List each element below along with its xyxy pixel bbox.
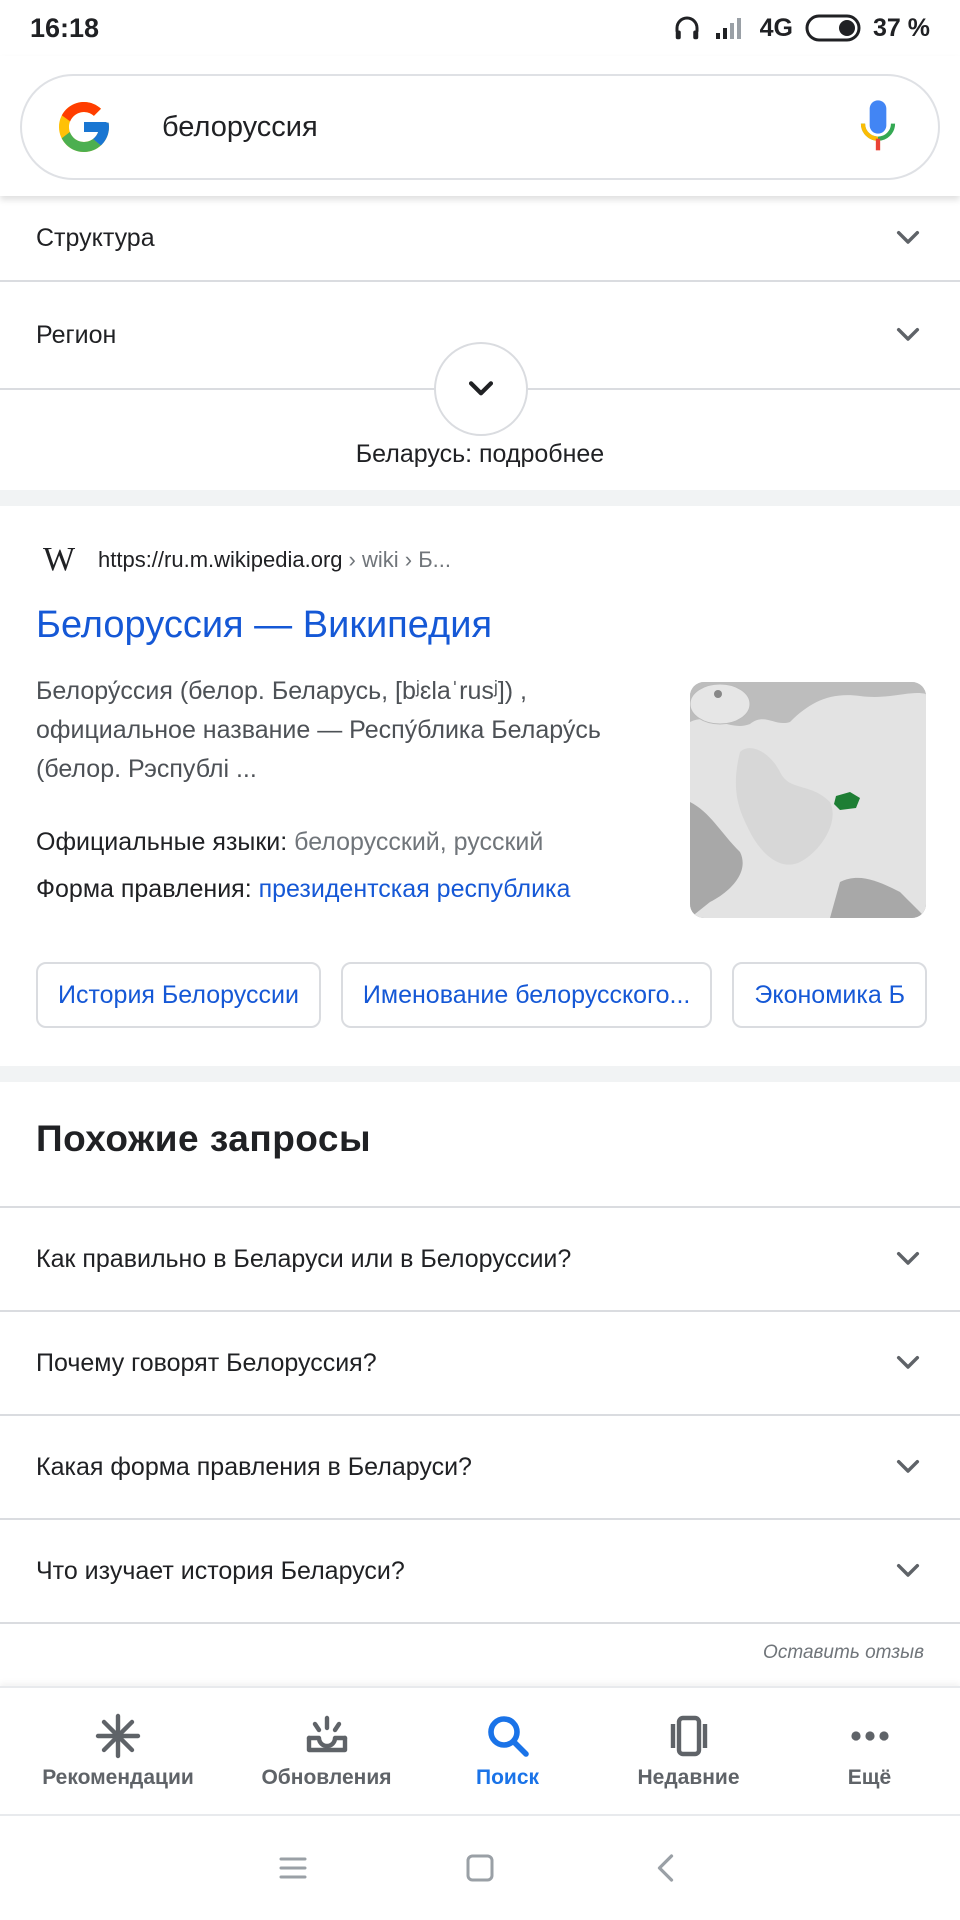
search-input[interactable]: белоруссия — [162, 111, 858, 144]
accordion-structure[interactable]: Структура — [0, 196, 960, 282]
fact-government: Форма правления: президентская республик… — [36, 875, 570, 904]
related-item[interactable]: Какая форма правления в Беларуси? — [0, 1416, 960, 1520]
fact-value: белорусский, русский — [294, 828, 544, 856]
nav-updates[interactable]: Обновления — [236, 1688, 417, 1814]
bottom-nav: Рекомендации Обновления Поиск Недавние Е… — [0, 1686, 960, 1814]
related-item[interactable]: Почему говорят Белоруссия? — [0, 1312, 960, 1416]
nav-label: Обновления — [261, 1766, 392, 1789]
chip-history[interactable]: История Белоруссии — [36, 962, 321, 1028]
chevron-down-icon — [896, 230, 920, 244]
chip-naming[interactable]: Именование белорусского... — [340, 962, 713, 1028]
battery-level: 37 % — [873, 13, 930, 42]
chevron-down-icon — [896, 1251, 920, 1265]
feedback-link[interactable]: Оставить отзыв — [763, 1642, 924, 1664]
battery-toggle-icon — [805, 14, 861, 42]
fact-languages: Официальные языки: белорусский, русский — [36, 828, 543, 857]
asterisk-icon — [95, 1713, 141, 1759]
map-thumbnail[interactable] — [690, 682, 926, 918]
europe-map-image — [690, 682, 926, 918]
search-header: белоруссия — [0, 56, 960, 196]
result-url-path: › wiki › Б... — [348, 547, 451, 572]
google-logo-icon[interactable] — [54, 97, 114, 157]
fact-label: Форма правления: — [36, 875, 259, 903]
chevron-down-icon — [896, 1355, 920, 1369]
nav-label: Ещё — [847, 1766, 892, 1789]
wikipedia-logo-icon: W — [42, 541, 75, 578]
section-divider — [0, 490, 960, 506]
nav-label: Недавние — [637, 1766, 740, 1789]
accordion-label: Регион — [36, 320, 117, 349]
status-time: 16:18 — [30, 12, 100, 43]
chevron-down-icon — [468, 381, 494, 396]
result-title-link[interactable]: Белоруссия — Википедия — [36, 604, 492, 647]
fact-link[interactable]: президентская республика — [259, 875, 571, 903]
more-about-label[interactable]: Беларусь: подробнее — [0, 440, 960, 469]
related-chips: История Белоруссии Именование белорусско… — [36, 962, 928, 1028]
back-icon[interactable] — [649, 1850, 685, 1886]
system-nav-bar — [0, 1814, 960, 1920]
fact-label: Официальные языки: — [36, 828, 295, 856]
more-dots-icon — [850, 1731, 889, 1741]
headphones-icon — [675, 16, 699, 40]
mic-icon[interactable] — [858, 97, 898, 157]
nav-label: Поиск — [475, 1766, 540, 1789]
related-item-label: Какая форма правления в Беларуси? — [36, 1452, 472, 1481]
accordion-label: Структура — [36, 223, 155, 252]
related-item-label: Как правильно в Беларуси или в Белорусси… — [36, 1244, 572, 1273]
nav-more[interactable]: Ещё — [779, 1688, 960, 1814]
section-divider — [0, 1066, 960, 1082]
nav-recommendations[interactable]: Рекомендации — [0, 1688, 236, 1814]
related-item-label: Почему говорят Белоруссия? — [36, 1348, 377, 1377]
chevron-down-icon — [896, 1459, 920, 1473]
result-source[interactable]: W https://ru.m.wikipedia.org › wiki › Б.… — [36, 540, 451, 580]
status-icons: 4G 37 % — [672, 13, 930, 43]
related-item[interactable]: Как правильно в Беларуси или в Белорусси… — [0, 1208, 960, 1312]
related-item-label: Что изучает история Беларуси? — [36, 1556, 405, 1585]
result-snippet: Белору́ссия (белор. Беларусь, [bʲɛlaˈrus… — [36, 677, 601, 783]
inbox-updates-icon — [306, 1715, 347, 1753]
status-bar: 16:18 4G 37 % — [0, 0, 960, 56]
related-item[interactable]: Что изучает история Беларуси? — [0, 1520, 960, 1624]
menu-icon[interactable] — [275, 1850, 311, 1886]
home-square-icon[interactable] — [462, 1850, 498, 1886]
chevron-down-icon — [896, 1563, 920, 1577]
recent-cards-icon — [670, 1715, 707, 1757]
signal-icon — [715, 18, 741, 39]
network-type: 4G — [759, 13, 794, 42]
nav-label: Рекомендации — [42, 1766, 194, 1789]
chip-economy[interactable]: Экономика Б — [732, 962, 928, 1028]
search-icon — [487, 1716, 529, 1757]
nav-recent[interactable]: Недавние — [598, 1688, 779, 1814]
search-bar[interactable]: белоруссия — [20, 74, 940, 180]
result-url: https://ru.m.wikipedia.org — [98, 547, 343, 572]
expand-more-button[interactable] — [434, 342, 528, 436]
nav-search[interactable]: Поиск — [417, 1688, 598, 1814]
chevron-down-icon — [896, 327, 920, 341]
related-title: Похожие запросы — [36, 1118, 372, 1159]
